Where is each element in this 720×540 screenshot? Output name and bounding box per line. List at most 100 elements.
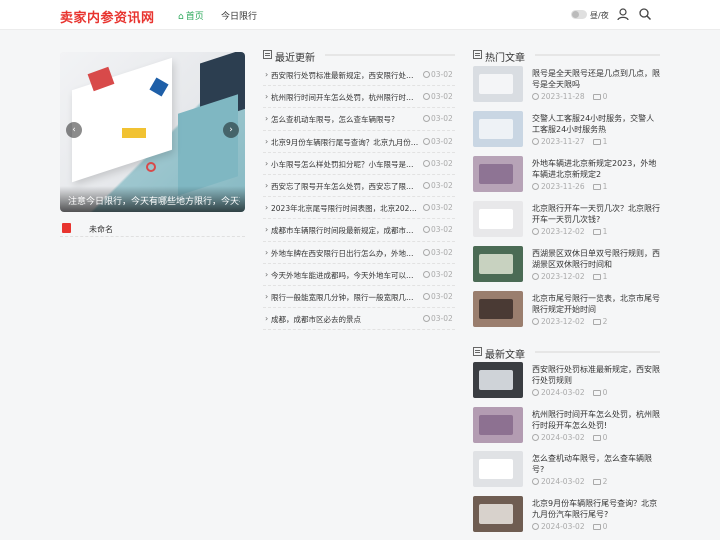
hot-article[interactable]: 西湖景区双休日单双号限行规则，西湖景区双休限行时间和 2023-12-02 1 xyxy=(473,246,660,284)
clock-icon xyxy=(532,318,539,325)
latest-section-title: 最新文章 xyxy=(485,350,525,361)
recent-item-title[interactable]: 2023年北京尾号限行时间表图，北京2021年限行尾号 xyxy=(271,203,419,214)
comment-icon xyxy=(592,434,601,441)
hot-article[interactable]: 北京限行开车一天罚几次？北京限行开车一天罚几次钱? 2023-12-02 1 xyxy=(473,201,660,239)
site-logo[interactable]: 卖家内参资讯网 xyxy=(60,7,155,26)
article-thumbnail[interactable] xyxy=(473,246,523,282)
article-comment-count: 0 xyxy=(602,432,608,442)
recent-list-item[interactable]: ›小车限号怎么样处罚扣分呢？小车限号是什么意思 03-02 xyxy=(263,153,455,175)
article-title[interactable]: 西安限行处罚标准最新规定，西安限行处罚规则 xyxy=(532,364,660,386)
chevron-right-icon: › xyxy=(265,70,269,79)
comment-icon xyxy=(592,94,601,100)
user-icon[interactable] xyxy=(616,7,630,21)
recent-list-item[interactable]: ›成都市车辆限行时间段最新规定，成都市关于车辆限行规定 03-02 xyxy=(263,219,455,242)
slider-next-button[interactable]: › xyxy=(223,122,239,138)
latest-article[interactable]: 北京9月份车辆限行尾号查询？北京九月份汽车限行尾号? 2024-03-02 0 xyxy=(473,495,660,534)
article-title[interactable]: 限号是全天限号还是几点到几点，限号是全天限吗 xyxy=(532,68,660,90)
article-meta: 2023-11-26 1 xyxy=(532,182,607,191)
recent-list-item[interactable]: ›西安忘了限号开车怎么处罚，西安忘了限号开车罚多少 03-02 xyxy=(263,175,455,198)
recent-list-item[interactable]: ›2023年北京尾号限行时间表图，北京2021年限行尾号 03-02 xyxy=(263,197,455,220)
article-title[interactable]: 北京市尾号限行一览表，北京市尾号限行规定开始时间 xyxy=(532,293,660,315)
clock-icon xyxy=(423,137,430,145)
article-title[interactable]: 外地车辆进北京新规定2023，外地车辆进北京新规定2 xyxy=(532,158,660,180)
article-comment-count: 0 xyxy=(602,388,608,397)
article-thumbnail[interactable] xyxy=(473,66,523,102)
article-thumbnail[interactable] xyxy=(473,362,523,398)
article-title[interactable]: 怎么查机动车限号，怎么查车辆限号? xyxy=(532,453,660,475)
clock-icon xyxy=(423,71,430,78)
recent-list-item[interactable]: › 成都，成都市区必去的景点 03-02 xyxy=(263,308,455,331)
home-icon: ⌂ xyxy=(178,12,184,22)
recent-list: › 西安限行处罚标准最新规定，西安限行处罚规则 03-02 › 杭州限行时间开车怎么处罚… xyxy=(263,64,455,331)
chevron-right-icon: › xyxy=(265,314,269,324)
recent-item-title[interactable]: 杭州限行时间开车怎么处罚，杭州限行时段开车怎么处罚 xyxy=(271,92,419,103)
category-icon xyxy=(62,223,71,233)
recent-list-item[interactable]: ›北京9月份车辆限行尾号查询？北京九月份汽车限行尾号? 03-02 xyxy=(263,131,455,153)
recent-list-item[interactable]: ›杭州限行时间开车怎么处罚，杭州限行时段开车怎么处罚 03-02 xyxy=(263,86,455,109)
recent-item-date: 03-02 xyxy=(431,114,453,124)
recent-item-title[interactable]: 外地车牌在西安限行日出行怎么办，外地车牌在西安限行 xyxy=(271,248,419,259)
hot-article[interactable]: 交警人工客服24小时服务，交警人工客服24小时服务热 2023-11-27 1 xyxy=(473,111,660,149)
article-thumbnail[interactable] xyxy=(473,291,523,327)
comment-icon xyxy=(592,274,601,280)
recent-item-title[interactable]: 限行一般能宽限几分钟，限行一般宽限几分钟 xyxy=(271,292,419,303)
article-comment-count: 1 xyxy=(602,182,608,191)
recent-item-title[interactable]: 怎么查机动车限号，怎么查车辆限号? xyxy=(271,114,419,125)
featured-slider[interactable]: ‹ › 注意今日限行，今天有哪些地方限行，今天有哪些地方限行 xyxy=(60,52,245,212)
chevron-right-icon: › xyxy=(265,247,269,257)
article-comment-count: 1 xyxy=(602,137,608,146)
category-row[interactable]: 未命名 xyxy=(60,222,245,237)
article-title[interactable]: 杭州限行时间开车怎么处罚，杭州限行时段开车怎么处罚! xyxy=(532,409,660,431)
recent-item-title[interactable]: 西安忘了限号开车怎么处罚，西安忘了限号开车罚多少 xyxy=(271,181,419,192)
clock-icon xyxy=(423,270,430,278)
nav-home[interactable]: ⌂ 首页 xyxy=(178,9,204,22)
clock-icon xyxy=(423,93,430,101)
article-meta: 2023-12-02 2 xyxy=(532,317,607,326)
comment-icon xyxy=(592,184,601,190)
article-thumbnail[interactable] xyxy=(473,451,523,487)
article-thumbnail[interactable] xyxy=(473,495,523,532)
article-meta: 2023-11-28 0 xyxy=(532,92,607,101)
article-thumbnail[interactable] xyxy=(473,201,523,237)
recent-item-title[interactable]: 今天外地车能进成都吗，今天外地车可以进成都吗 xyxy=(271,270,419,281)
recent-item-title[interactable]: 小车限号怎么样处罚扣分呢？小车限号是什么意思 xyxy=(271,159,419,170)
comment-icon xyxy=(592,229,601,235)
recent-item-date: 03-02 xyxy=(431,180,453,190)
hot-article[interactable]: 外地车辆进北京新规定2023，外地车辆进北京新规定2 2023-11-26 1 xyxy=(473,156,660,194)
article-title[interactable]: 北京9月份车辆限行尾号查询？北京九月份汽车限行尾号? xyxy=(532,498,660,520)
latest-article[interactable]: 怎么查机动车限号，怎么查车辆限号? 2024-03-02 2 xyxy=(473,451,660,489)
article-meta: 2024-03-02 0 xyxy=(532,388,607,397)
clock-icon xyxy=(423,315,430,323)
recent-list-item[interactable]: › 西安限行处罚标准最新规定，西安限行处罚规则 03-02 xyxy=(263,64,455,87)
recent-list-item[interactable]: › 怎么查机动车限号，怎么查车辆限号? 03-02 xyxy=(263,108,455,131)
article-thumbnail[interactable] xyxy=(473,406,523,443)
nav-today-limit[interactable]: 今日限行 xyxy=(221,9,257,22)
recent-item-title[interactable]: 西安限行处罚标准最新规定，西安限行处罚规则 xyxy=(271,70,419,81)
slider-prev-button[interactable]: ‹ xyxy=(66,122,82,138)
article-date: 2023-12-02 xyxy=(541,227,585,236)
recent-item-title[interactable]: 成都，成都市区必去的景点 xyxy=(271,314,419,325)
hot-article[interactable]: 北京市尾号限行一览表，北京市尾号限行规定开始时间 2023-12-02 2 xyxy=(473,291,660,329)
recent-list-item[interactable]: › 限行一般能宽限几分钟，限行一般宽限几分钟 03-02 xyxy=(263,286,455,309)
hot-article[interactable]: 限号是全天限号还是几点到几点，限号是全天限吗 2023-11-28 0 xyxy=(473,66,660,104)
slide-caption[interactable]: 注意今日限行，今天有哪些地方限行，今天有哪些地方限行 xyxy=(60,186,245,212)
recent-list-item[interactable]: ›外地车牌在西安限行日出行怎么办，外地车牌在西安限行 03-02 xyxy=(263,242,455,264)
recent-item-title[interactable]: 成都市车辆限行时间段最新规定，成都市关于车辆限行规定 xyxy=(271,225,419,236)
article-title[interactable]: 北京限行开车一天罚几次？北京限行开车一天罚几次钱? xyxy=(532,203,660,225)
article-thumbnail[interactable] xyxy=(473,156,523,192)
latest-article[interactable]: 西安限行处罚标准最新规定，西安限行处罚规则 2024-03-02 0 xyxy=(473,362,660,400)
article-thumbnail[interactable] xyxy=(473,111,523,147)
comment-icon xyxy=(592,139,601,145)
recent-item-title[interactable]: 北京9月份车辆限行尾号查询？北京九月份汽车限行尾号? xyxy=(271,137,419,148)
recent-list-item[interactable]: ›今天外地车能进成都吗，今天外地车可以进成都吗 03-02 xyxy=(263,264,455,286)
article-comment-count: 0 xyxy=(602,92,608,101)
theme-toggle[interactable] xyxy=(571,10,587,19)
comment-icon xyxy=(592,523,601,530)
latest-article[interactable]: 杭州限行时间开车怎么处罚，杭州限行时段开车怎么处罚! 2024-03-02 0 xyxy=(473,406,660,445)
article-title[interactable]: 西湖景区双休日单双号限行规则，西湖景区双休限行时间和 xyxy=(532,248,660,270)
divider xyxy=(535,351,660,353)
article-date: 2024-03-02 xyxy=(541,432,585,442)
clock-icon xyxy=(423,204,430,212)
article-title[interactable]: 交警人工客服24小时服务，交警人工客服24小时服务热 xyxy=(532,113,660,135)
search-icon[interactable] xyxy=(638,7,652,21)
